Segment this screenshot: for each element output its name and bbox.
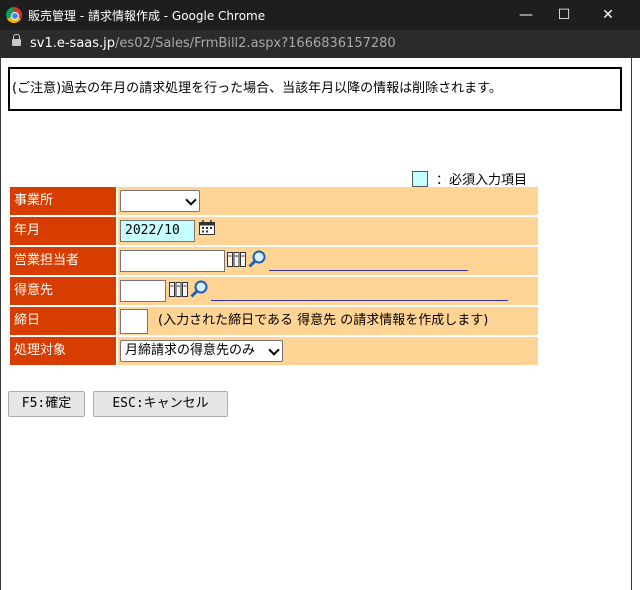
process-target-select[interactable]: 月締請求の得意先のみ	[120, 340, 283, 362]
row-process-target: 処理対象 月締請求の得意先のみ	[10, 337, 538, 365]
notice-box: (ご注意)過去の年月の請求処理を行った場合、当該年月以降の情報は削除されます。	[8, 67, 622, 111]
window-edge-left	[0, 58, 1, 590]
address-bar[interactable]: sv1.e-saas.jp/es02/Sales/FrmBill2.aspx?1…	[0, 30, 640, 58]
confirm-button[interactable]: F5:確定	[8, 391, 85, 417]
window-edge-right	[631, 58, 632, 590]
office-label: 事業所	[10, 187, 116, 215]
row-office: 事業所	[10, 187, 538, 215]
title-bar: 販売管理 - 請求情報作成 - Google Chrome — ☐ ✕	[0, 0, 640, 30]
office-value-cell	[118, 187, 538, 215]
year-month-input[interactable]: 2022/10	[120, 220, 195, 242]
sales-rep-label: 営業担当者	[10, 247, 116, 275]
required-legend-text: ：必須入力項目	[436, 173, 528, 188]
closing-day-label: 締日	[10, 307, 116, 335]
url-domain: sv1.e-saas.jp	[30, 36, 116, 51]
required-legend: ：必須入力項目	[412, 169, 528, 188]
search-icon[interactable]	[190, 280, 208, 298]
app-favicon-icon	[6, 7, 22, 23]
cancel-button[interactable]: ESC:キャンセル	[93, 391, 228, 417]
closing-day-value-cell: (入力された締日である 得意先 の請求情報を作成します)	[118, 307, 538, 335]
office-select[interactable]	[120, 190, 200, 212]
search-icon[interactable]	[248, 250, 266, 268]
customer-label: 得意先	[10, 277, 116, 305]
customer-value-cell	[118, 277, 538, 305]
year-month-label: 年月	[10, 217, 116, 245]
process-target-select-value: 月締請求の得意先のみ	[125, 343, 256, 358]
maximize-button[interactable]: ☐	[541, 0, 587, 30]
close-button[interactable]: ✕	[585, 0, 631, 30]
process-target-label: 処理対象	[10, 337, 116, 365]
row-closing-day: 締日 (入力された締日である 得意先 の請求情報を作成します)	[10, 307, 538, 335]
lock-icon	[12, 34, 21, 46]
customer-code-input[interactable]	[120, 280, 166, 302]
sales-rep-value-cell	[118, 247, 538, 275]
customer-name-display	[211, 299, 508, 301]
required-swatch	[412, 170, 428, 187]
sales-rep-name-display	[269, 269, 468, 271]
row-customer: 得意先	[10, 277, 538, 305]
sales-rep-code-input[interactable]	[120, 250, 225, 272]
row-sales-rep: 営業担当者	[10, 247, 538, 275]
process-target-value-cell: 月締請求の得意先のみ	[118, 337, 538, 365]
url-path: /es02/Sales/FrmBill2.aspx?1666836157280	[115, 36, 396, 51]
url-text[interactable]: sv1.e-saas.jp/es02/Sales/FrmBill2.aspx?1…	[30, 36, 396, 51]
year-month-value-cell: 2022/10	[118, 217, 538, 245]
closing-day-input[interactable]	[120, 309, 148, 334]
window-title: 販売管理 - 請求情報作成 - Google Chrome	[28, 9, 266, 23]
chevron-down-icon	[268, 344, 280, 356]
calendar-icon[interactable]	[199, 220, 215, 235]
closing-day-hint: (入力された締日である 得意先 の請求情報を作成します)	[158, 313, 489, 328]
book-lookup-icon[interactable]	[169, 281, 189, 298]
book-lookup-icon[interactable]	[227, 251, 247, 268]
chevron-down-icon	[185, 194, 197, 206]
row-year-month: 年月 2022/10	[10, 217, 538, 245]
